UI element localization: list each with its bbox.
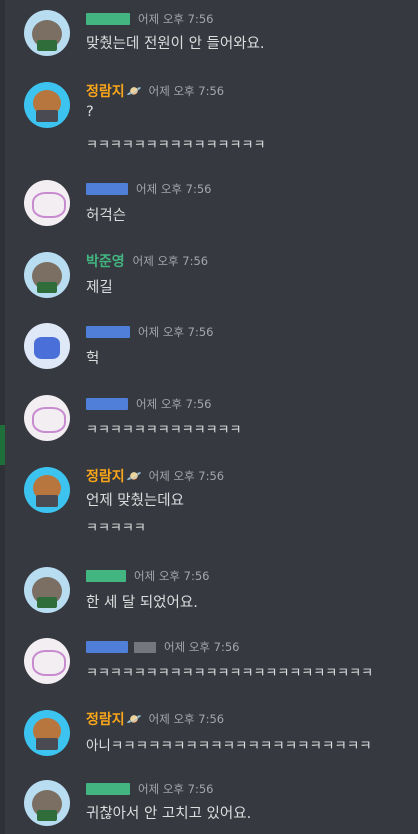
message-text: ? bbox=[86, 104, 94, 120]
message-text: ㅋㅋㅋㅋㅋㅋㅋㅋㅋㅋㅋㅋㅋ bbox=[86, 423, 242, 438]
timestamp: 어제 오후 7:56 bbox=[148, 469, 225, 483]
timestamp: 어제 오후 7:56 bbox=[148, 84, 225, 98]
message-text: 제길 bbox=[86, 280, 113, 296]
username[interactable]: 정람지 bbox=[86, 466, 125, 486]
avatar[interactable] bbox=[24, 467, 70, 513]
timestamp: 어제 오후 7:56 bbox=[138, 782, 214, 796]
message-text: 언제 맞췄는데요 bbox=[86, 493, 184, 509]
username[interactable]: 박준영 bbox=[86, 251, 125, 271]
server-sidebar-edge bbox=[0, 0, 5, 834]
avatar[interactable] bbox=[24, 395, 70, 441]
timestamp: 어제 오후 7:56 bbox=[148, 712, 225, 726]
avatar[interactable] bbox=[24, 180, 70, 226]
planet-badge-icon: 🪐 bbox=[126, 84, 142, 98]
message-text: ㅋㅋㅋㅋㅋㅋㅋㅋㅋㅋㅋㅋㅋㅋㅋ bbox=[86, 138, 266, 153]
username-blurred[interactable] bbox=[86, 326, 130, 338]
timestamp: 어제 오후 7:56 bbox=[164, 640, 240, 654]
avatar[interactable] bbox=[24, 82, 70, 128]
planet-badge-icon: 🪐 bbox=[126, 712, 142, 726]
timestamp: 어제 오후 7:56 bbox=[138, 12, 214, 26]
avatar[interactable] bbox=[24, 780, 70, 826]
username[interactable]: 정람지 bbox=[86, 709, 125, 729]
timestamp: 어제 오후 7:56 bbox=[138, 325, 214, 339]
message-text: 허걱슨 bbox=[86, 208, 127, 224]
message-text: 귀찮아서 안 고치고 있어요. bbox=[86, 806, 252, 822]
timestamp: 어제 오후 7:56 bbox=[132, 254, 209, 268]
planet-badge-icon: 🪐 bbox=[126, 469, 142, 483]
message-text: 아니ㅋㅋㅋㅋㅋㅋㅋㅋㅋㅋㅋㅋㅋㅋㅋㅋㅋㅋㅋㅋㅋ bbox=[86, 738, 372, 754]
avatar[interactable] bbox=[24, 638, 70, 684]
avatar[interactable] bbox=[24, 567, 70, 613]
username-blurred[interactable] bbox=[86, 13, 130, 25]
username-blurred[interactable] bbox=[86, 783, 130, 795]
timestamp: 어제 오후 7:56 bbox=[136, 182, 212, 196]
message-text: 한 세 달 되었어요. bbox=[86, 595, 198, 611]
message-text: 맞췄는데 전원이 안 들어와요. bbox=[86, 36, 265, 52]
role-tag-blurred bbox=[134, 641, 156, 653]
avatar[interactable] bbox=[24, 10, 70, 56]
message-text: ㅋㅋㅋㅋㅋㅋㅋㅋㅋㅋㅋㅋㅋㅋㅋㅋㅋㅋㅋㅋㅋㅋㅋㅋ bbox=[86, 666, 374, 681]
timestamp: 어제 오후 7:56 bbox=[136, 397, 212, 411]
username-blurred[interactable] bbox=[86, 183, 128, 195]
timestamp: 어제 오후 7:56 bbox=[134, 569, 210, 583]
message-text: 헉 bbox=[86, 351, 100, 367]
username-blurred[interactable] bbox=[86, 641, 128, 653]
avatar[interactable] bbox=[24, 323, 70, 369]
username[interactable]: 정람지 bbox=[86, 81, 125, 101]
avatar[interactable] bbox=[24, 252, 70, 298]
avatar[interactable] bbox=[24, 710, 70, 756]
username-blurred[interactable] bbox=[86, 570, 126, 582]
username-blurred[interactable] bbox=[86, 398, 128, 410]
message-text: ㅋㅋㅋㅋㅋ bbox=[86, 521, 146, 536]
sidebar-green-marker bbox=[0, 425, 5, 465]
